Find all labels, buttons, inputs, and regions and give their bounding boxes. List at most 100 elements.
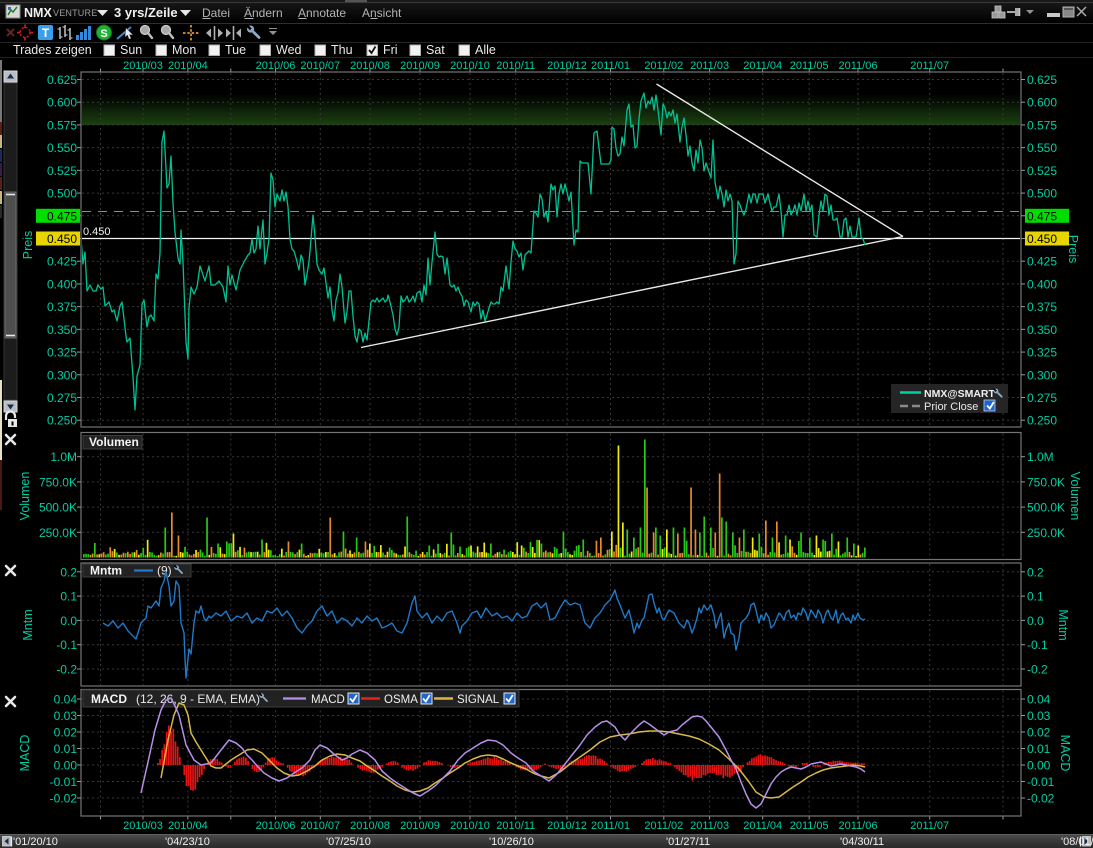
svg-text:0.03: 0.03 [1027, 709, 1051, 723]
svg-text:0.550: 0.550 [1027, 141, 1057, 155]
svg-text:2011/03: 2011/03 [690, 820, 729, 832]
svg-text:Tue: Tue [225, 43, 246, 57]
svg-text:0.575: 0.575 [47, 118, 77, 132]
svg-text:-0.1: -0.1 [56, 638, 77, 652]
svg-text:0.475: 0.475 [1027, 209, 1057, 223]
svg-text:Preis: Preis [21, 231, 35, 259]
svg-text:'08/01/11: '08/01/11 [1061, 836, 1093, 848]
svg-text:(12, 26, 9 - EMA, EMA): (12, 26, 9 - EMA, EMA) [136, 692, 260, 706]
svg-text:VENTURE: VENTURE [53, 8, 97, 18]
svg-text:2010/08: 2010/08 [350, 820, 390, 832]
svg-text:2011/05: 2011/05 [790, 820, 829, 832]
svg-text:3 yrs/Zeile: 3 yrs/Zeile [114, 5, 178, 20]
svg-text:0.525: 0.525 [1027, 164, 1057, 178]
svg-text:0.2: 0.2 [1027, 565, 1044, 579]
svg-text:-0.2: -0.2 [1027, 663, 1048, 677]
svg-text:(9): (9) [157, 564, 172, 578]
svg-text:0.03: 0.03 [54, 709, 78, 723]
svg-text:Sat: Sat [426, 43, 445, 57]
svg-text:Prior Close: Prior Close [924, 401, 978, 413]
svg-text:Ändern: Ändern [244, 6, 283, 20]
svg-text:0.300: 0.300 [1027, 368, 1057, 382]
svg-text:0.350: 0.350 [47, 323, 77, 337]
svg-text:Datei: Datei [202, 6, 230, 20]
svg-text:0.04: 0.04 [1027, 693, 1051, 707]
svg-text:Annotate: Annotate [298, 6, 346, 20]
svg-text:Sun: Sun [120, 43, 142, 57]
svg-text:2010/12: 2010/12 [547, 820, 587, 832]
svg-text:0.600: 0.600 [1027, 96, 1057, 110]
svg-text:0.00: 0.00 [54, 759, 78, 773]
svg-text:Trades zeigen: Trades zeigen [13, 43, 92, 57]
svg-text:0.1: 0.1 [1027, 590, 1044, 604]
svg-text:-0.01: -0.01 [50, 775, 78, 789]
svg-text:250.0K: 250.0K [39, 526, 77, 540]
svg-text:0.1: 0.1 [60, 590, 77, 604]
svg-text:Volumen: Volumen [89, 435, 139, 449]
svg-text:Mntm: Mntm [1056, 609, 1070, 640]
svg-text:0.500: 0.500 [1027, 187, 1057, 201]
svg-text:0.550: 0.550 [47, 141, 77, 155]
svg-text:'10/26/10: '10/26/10 [489, 836, 534, 848]
svg-text:0.400: 0.400 [1027, 277, 1057, 291]
svg-text:0.600: 0.600 [47, 96, 77, 110]
svg-text:0.500: 0.500 [47, 187, 77, 201]
svg-text:-0.01: -0.01 [1027, 775, 1055, 789]
svg-text:2010/10: 2010/10 [450, 820, 490, 832]
svg-text:0.450: 0.450 [83, 226, 111, 238]
svg-text:Wed: Wed [276, 43, 302, 57]
svg-text:0.400: 0.400 [47, 277, 77, 291]
svg-text:0.325: 0.325 [1027, 346, 1057, 360]
svg-text:Volumen: Volumen [1068, 472, 1082, 521]
svg-text:250.0K: 250.0K [1027, 526, 1065, 540]
svg-text:Preis: Preis [1066, 235, 1080, 263]
svg-text:0.450: 0.450 [47, 232, 77, 246]
svg-text:1.0M: 1.0M [1027, 450, 1054, 464]
svg-text:0.425: 0.425 [1027, 255, 1057, 269]
svg-text:0.300: 0.300 [47, 368, 77, 382]
svg-text:T: T [42, 26, 50, 40]
svg-text:2011/07: 2011/07 [910, 820, 949, 832]
svg-text:0.250: 0.250 [47, 414, 77, 428]
svg-text:0.525: 0.525 [47, 164, 77, 178]
svg-text:OSMA: OSMA [384, 694, 418, 706]
svg-text:500.0K: 500.0K [1027, 501, 1065, 515]
svg-text:Ansicht: Ansicht [362, 6, 402, 20]
svg-text:2011/01: 2011/01 [591, 820, 630, 832]
svg-text:2011/06: 2011/06 [839, 820, 878, 832]
svg-text:-0.1: -0.1 [1027, 638, 1048, 652]
svg-text:2010/07: 2010/07 [300, 820, 340, 832]
svg-text:Thu: Thu [331, 43, 353, 57]
svg-text:0.325: 0.325 [47, 346, 77, 360]
svg-text:0.450: 0.450 [1027, 232, 1057, 246]
svg-text:S: S [100, 28, 107, 40]
svg-text:2010/03: 2010/03 [123, 820, 163, 832]
svg-text:0.250: 0.250 [1027, 414, 1057, 428]
svg-text:Fri: Fri [383, 43, 398, 57]
svg-text:'04/30/11: '04/30/11 [840, 836, 884, 848]
svg-text:0.625: 0.625 [47, 73, 77, 87]
svg-text:-0.02: -0.02 [50, 792, 78, 806]
svg-text:NMX: NMX [24, 6, 52, 20]
svg-text:-0.2: -0.2 [56, 663, 77, 677]
svg-text:0.375: 0.375 [47, 300, 77, 314]
svg-text:0.01: 0.01 [54, 742, 78, 756]
svg-text:0.2: 0.2 [60, 565, 77, 579]
svg-text:0.04: 0.04 [54, 693, 78, 707]
svg-text:NMX@SMART: NMX@SMART [924, 388, 995, 400]
svg-text:2010/04: 2010/04 [168, 820, 208, 832]
svg-text:2011/04: 2011/04 [743, 820, 782, 832]
svg-text:750.0K: 750.0K [1027, 475, 1065, 489]
svg-text:2010/11: 2010/11 [496, 820, 535, 832]
svg-text:Mon: Mon [172, 43, 196, 57]
svg-text:0.475: 0.475 [47, 209, 77, 223]
svg-text:Alle: Alle [475, 43, 496, 57]
svg-text:0.625: 0.625 [1027, 73, 1057, 87]
svg-text:0.02: 0.02 [1027, 726, 1051, 740]
svg-text:'04/23/10: '04/23/10 [165, 836, 210, 848]
svg-text:2010/06: 2010/06 [256, 820, 296, 832]
svg-text:2011/02: 2011/02 [644, 820, 683, 832]
svg-text:MACD: MACD [311, 694, 345, 706]
svg-text:0.350: 0.350 [1027, 323, 1057, 337]
svg-text:1.0M: 1.0M [50, 450, 77, 464]
